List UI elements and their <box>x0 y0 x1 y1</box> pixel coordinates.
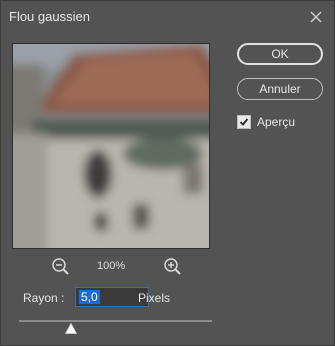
zoom-level: 100% <box>97 260 126 272</box>
zoom-out-icon[interactable] <box>51 257 71 282</box>
radius-row: Rayon : 5,0 Pixels <box>23 287 223 309</box>
radius-value: 5,0 <box>79 290 100 304</box>
close-icon[interactable] <box>306 7 326 27</box>
preview-label: Aperçu <box>257 115 296 129</box>
zoom-in-icon[interactable] <box>163 257 183 282</box>
radius-label: Rayon : <box>23 291 65 305</box>
preview-checkbox[interactable] <box>237 115 251 129</box>
gaussian-blur-dialog: Flou gaussien OK Annuler Aperçu 100% Ray… <box>0 0 335 346</box>
radius-slider-track[interactable] <box>19 320 212 322</box>
check-icon <box>239 118 249 126</box>
preview-option[interactable]: Aperçu <box>237 115 295 129</box>
dialog-title: Flou gaussien <box>9 9 90 24</box>
blur-preview-image[interactable] <box>12 43 210 249</box>
radius-unit: Pixels <box>138 291 171 305</box>
zoom-controls: 100% <box>51 257 191 277</box>
cancel-button[interactable]: Annuler <box>237 78 323 100</box>
ok-button[interactable]: OK <box>237 43 323 65</box>
title-bar: Flou gaussien <box>1 1 334 33</box>
